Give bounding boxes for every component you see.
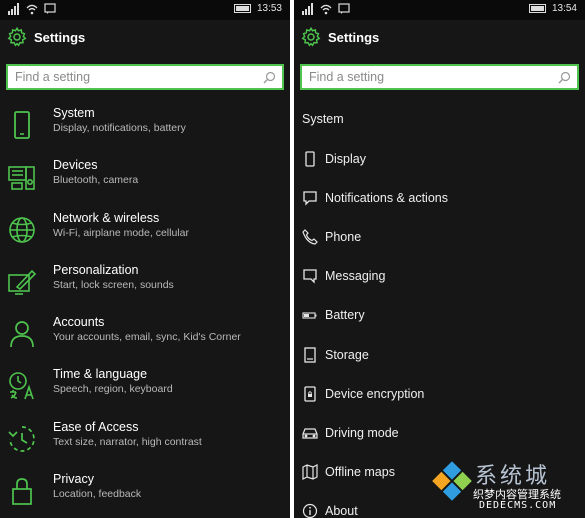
page-title: Settings [328,29,380,45]
map-icon [302,464,318,481]
list-item-storage[interactable]: Storage [294,335,585,374]
category-subtitle: Location, feedback [53,488,142,501]
battery-icon [302,307,318,323]
watermark-url: DEDECMS.COM [479,500,557,511]
category-title: Time & language [53,367,148,382]
wifi-icon [26,3,38,15]
category-list: System Display, notifications, battery De… [0,106,290,518]
info-icon [302,503,318,518]
list-item-battery[interactable]: Battery [294,296,585,335]
battery-status-icon [233,4,251,13]
category-subtitle: Your accounts, email, sync, Kid's Corner [53,331,241,344]
person-icon [7,319,37,349]
search-box[interactable] [300,64,579,90]
category-network-wireless[interactable]: Network & wireless Wi-Fi, airplane mode, … [0,211,290,263]
list-item-label: Storage [325,347,369,362]
list-item-display[interactable]: Display [294,139,585,178]
signal-icon [8,3,20,15]
list-item-label: Device encryption [325,386,425,401]
category-privacy[interactable]: Privacy Location, feedback [0,472,290,518]
notification-icon [302,190,318,206]
category-ease-of-access[interactable]: Ease of Access Text size, narrator, high … [0,420,290,472]
category-personalization[interactable]: Personalization Start, lock screen, sound… [0,263,290,315]
message-status-icon [338,3,350,15]
category-system[interactable]: System Display, notifications, battery [0,106,290,158]
search-input[interactable] [8,66,282,88]
encryption-icon [302,386,318,402]
battery-status-icon [528,4,546,13]
list-item-messaging[interactable]: Messaging [294,257,585,296]
page-title: Settings [34,29,86,45]
status-icons [8,3,56,15]
list-item-driving-mode[interactable]: Driving mode [294,413,585,452]
status-time: 13:54 [551,3,577,14]
phone-icon [7,110,37,140]
status-time: 13:53 [256,3,282,14]
signal-icon [302,3,314,15]
list-item-label: About [325,504,358,518]
category-title: Privacy [53,472,94,487]
list-item-label: Offline maps [325,465,395,480]
car-icon [302,425,318,441]
settings-header: Settings [294,20,585,54]
handset-icon [302,229,318,245]
list-item-notifications-actions[interactable]: Notifications & actions [294,178,585,217]
list-item-label: Notifications & actions [325,190,448,205]
category-subtitle: Display, notifications, battery [53,122,186,134]
list-item-phone[interactable]: Phone [294,217,585,256]
search-input[interactable] [302,66,577,88]
search-icon[interactable] [558,71,571,84]
category-title: Network & wireless [53,210,160,225]
settings-header: Settings [0,20,290,54]
display-icon [302,150,318,167]
category-time-language[interactable]: Time & language Speech, region, keyboard [0,367,290,419]
list-item-label: Phone [325,229,362,244]
status-bar: 13:54 [294,0,585,20]
category-title: System [53,106,95,120]
message-status-icon [44,3,56,15]
category-title: Personalization [53,262,139,277]
list-item-label: Display [325,151,366,166]
category-subtitle: Bluetooth, camera [53,174,139,187]
section-label: System [302,112,344,126]
search-box[interactable] [6,64,284,90]
list-item-label: Driving mode [325,425,399,440]
category-title: Accounts [53,315,105,330]
ease-of-access-icon [7,424,37,454]
paint-icon [7,267,37,297]
search-icon[interactable] [263,71,276,84]
globe-icon [7,215,37,245]
list-item-device-encryption[interactable]: Device encryption [294,374,585,413]
watermark: 系统城 织梦内容管理系统 DEDECMS.COM [429,456,579,514]
status-bar: 13:53 [0,0,290,20]
message-icon [302,268,318,284]
devices-icon [7,162,37,192]
category-subtitle: Start, lock screen, sounds [53,278,174,291]
category-title: Devices [53,158,98,173]
status-icons [302,3,350,15]
category-devices[interactable]: Devices Bluetooth, camera [0,158,290,210]
gear-icon [300,26,322,48]
category-title: Ease of Access [53,419,139,434]
storage-icon [302,346,318,363]
lock-icon [7,476,37,506]
category-subtitle: Speech, region, keyboard [53,383,173,396]
right-phone-screen: 13:54 Settings System Display Notificati… [294,0,585,518]
gear-icon [6,26,28,48]
list-item-label: Messaging [325,269,386,284]
category-subtitle: Text size, narrator, high contrast [53,435,202,448]
wifi-icon [320,3,332,15]
category-accounts[interactable]: Accounts Your accounts, email, sync, Kid'… [0,315,290,367]
watermark-logo [429,458,475,504]
category-subtitle: Wi-Fi, airplane mode, cellular [53,226,189,239]
time-language-icon [7,371,37,401]
list-item-label: Battery [325,308,365,323]
left-phone-screen: 13:53 Settings System Display, notificati… [0,0,290,518]
